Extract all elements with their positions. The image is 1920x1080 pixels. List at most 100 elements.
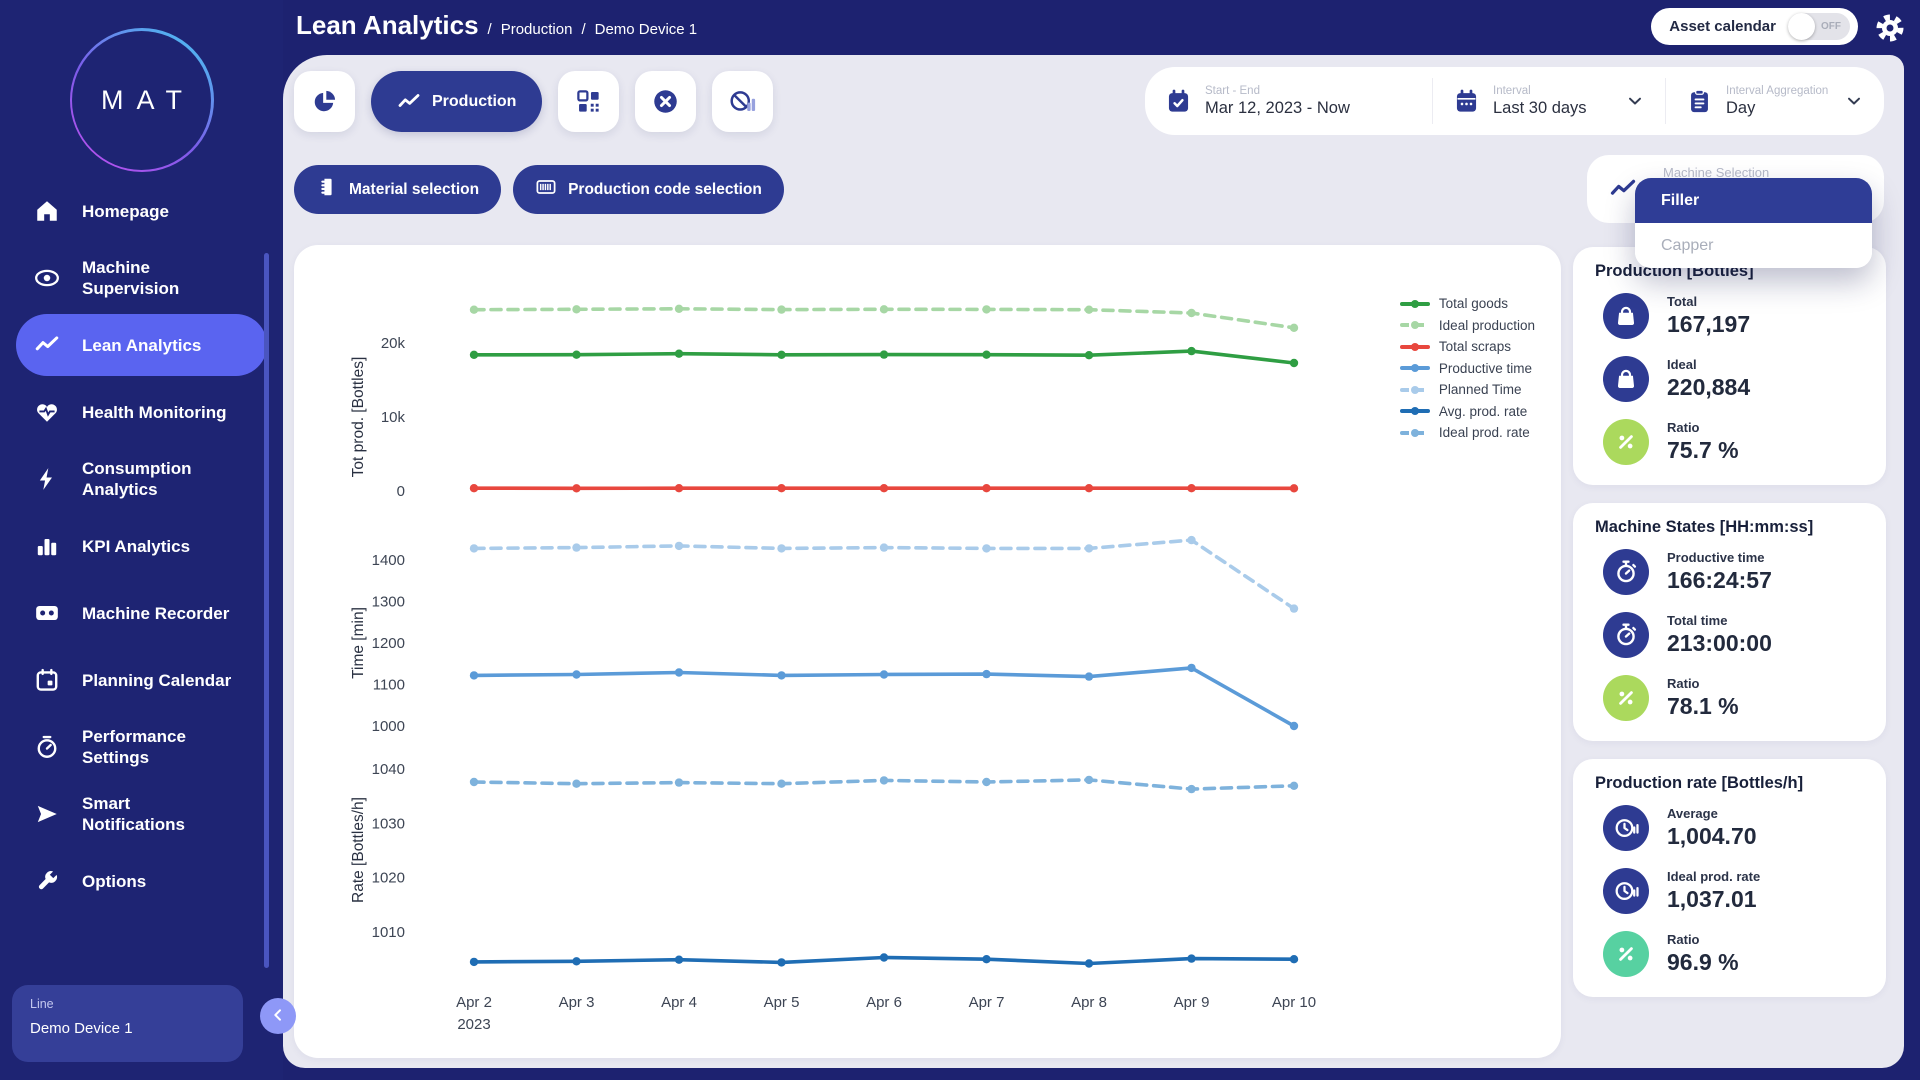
- svg-text:Apr 4: Apr 4: [661, 994, 697, 1011]
- mat-logo-text: MAT: [88, 85, 195, 116]
- legend-label: Planned Time: [1439, 382, 1522, 397]
- aggregation-select[interactable]: Interval Aggregation Day: [1665, 78, 1884, 124]
- sidebar-item-consumption-analytics[interactable]: Consumption Analytics: [16, 448, 267, 510]
- legend-item-productive-time[interactable]: Productive time: [1400, 358, 1535, 380]
- interval-value: Last 30 days: [1493, 99, 1587, 118]
- sidebar-scrollbar[interactable]: [264, 253, 269, 968]
- view-switcher: Production: [294, 71, 773, 132]
- settings-button[interactable]: [1874, 12, 1906, 44]
- material-selection-button[interactable]: Material selection: [294, 165, 501, 214]
- kpi-texts: Total167,197: [1667, 294, 1750, 338]
- sidebar-item-planning-calendar[interactable]: Planning Calendar: [16, 649, 267, 711]
- percent-icon: [1603, 931, 1649, 977]
- svg-text:1040: 1040: [372, 761, 405, 778]
- kpi-value: 78.1 %: [1667, 693, 1739, 720]
- kpi-row-total: Total167,197: [1603, 293, 1864, 339]
- kpi-row-ideal-prod-rate: Ideal prod. rate 1,037.01: [1603, 868, 1864, 914]
- kpi-card-2: Production rate [Bottles/h]Average1,004.…: [1573, 759, 1886, 997]
- bag-icon: [1603, 293, 1649, 339]
- sidebar-nav: Homepage Machine SupervisionLean Analytic…: [0, 180, 283, 912]
- machine-selection-dropdown: FillerCapper: [1635, 178, 1872, 268]
- breadcrumb-device[interactable]: Demo Device 1: [595, 21, 698, 38]
- dropdown-option-filler[interactable]: Filler: [1635, 178, 1872, 223]
- pie-view-button[interactable]: [294, 71, 355, 132]
- device-card[interactable]: Line Demo Device 1: [12, 985, 243, 1062]
- svg-text:1100: 1100: [373, 677, 405, 694]
- dropdown-option-capper[interactable]: Capper: [1635, 223, 1872, 268]
- scraps-view-button[interactable]: [635, 71, 696, 132]
- kpi-label: Ideal prod. rate: [1667, 869, 1760, 884]
- legend-item-ideal-prod-rate[interactable]: Ideal prod. rate: [1400, 422, 1535, 444]
- percent-icon: [1603, 675, 1649, 721]
- kpi-value: 167,197: [1667, 311, 1750, 338]
- svg-text:Tot prod. [Bottles]: Tot prod. [Bottles]: [350, 357, 367, 478]
- trend-icon: [34, 332, 60, 358]
- gear-icon: [1874, 32, 1906, 47]
- breadcrumb-production[interactable]: Production: [501, 21, 573, 38]
- main-panel: Production Start - End Mar 12, 2023 - No…: [283, 55, 1904, 1068]
- legend-item-planned-time[interactable]: Planned Time: [1400, 379, 1535, 401]
- sidebar-item-smart-notifications[interactable]: Smart Notifications: [16, 783, 267, 845]
- interval-select[interactable]: Interval Last 30 days: [1432, 78, 1665, 124]
- legend-line-sample: [1400, 299, 1430, 309]
- svg-text:1010: 1010: [372, 924, 405, 941]
- sidebar-item-label: KPI Analytics: [82, 536, 190, 557]
- sidebar-item-kpi-analytics[interactable]: KPI Analytics: [16, 515, 267, 577]
- kpi-row-average: Average1,004.70: [1603, 805, 1864, 851]
- nochart-icon: [729, 88, 756, 115]
- code-view-button[interactable]: [558, 71, 619, 132]
- svg-text:Apr 7: Apr 7: [969, 994, 1005, 1011]
- chevron-down-icon: [1625, 91, 1645, 111]
- start-end-control[interactable]: Start - End Mar 12, 2023 - Now: [1145, 78, 1432, 124]
- kpi-texts: Average1,004.70: [1667, 806, 1757, 850]
- legend-item-total-scraps[interactable]: Total scraps: [1400, 336, 1535, 358]
- aggregation-label: Interval Aggregation: [1726, 85, 1828, 97]
- legend-label: Productive time: [1439, 361, 1532, 376]
- legend-item-total-goods[interactable]: Total goods: [1400, 293, 1535, 315]
- kpi-value: 75.7 %: [1667, 437, 1739, 464]
- legend-label: Ideal production: [1439, 318, 1535, 333]
- sidebar-collapse-button[interactable]: [260, 998, 296, 1034]
- kpi-texts: Ratio78.1 %: [1667, 676, 1739, 720]
- losses-view-button[interactable]: [712, 71, 773, 132]
- legend-label: Total goods: [1439, 296, 1508, 311]
- kpi-label: Ideal: [1667, 357, 1750, 372]
- legend-item-avg-prod-rate[interactable]: Avg. prod. rate: [1400, 401, 1535, 423]
- breadcrumb-separator: /: [581, 21, 585, 38]
- legend-item-ideal-production[interactable]: Ideal production: [1400, 315, 1535, 337]
- kpi-row-ratio: Ratio78.1 %: [1603, 675, 1864, 721]
- production-charts[interactable]: 010k20kTot prod. [Bottles]10001100120013…: [294, 245, 1561, 1058]
- sidebar-item-health-monitoring[interactable]: Health Monitoring: [16, 381, 267, 443]
- production-view-button[interactable]: Production: [371, 71, 542, 132]
- kpi-value: 96.9 %: [1667, 949, 1739, 976]
- svg-text:1000: 1000: [372, 718, 405, 735]
- legend-line-sample: [1400, 406, 1430, 416]
- svg-text:Apr 3: Apr 3: [559, 994, 595, 1011]
- heart-icon: [34, 399, 60, 425]
- legend-label: Avg. prod. rate: [1439, 404, 1527, 419]
- rateclock-icon: [1603, 805, 1649, 851]
- sidebar-item-lean-analytics[interactable]: Lean Analytics: [16, 314, 267, 376]
- sidebar-item-label: Homepage: [82, 201, 169, 222]
- breadcrumb-separator: /: [488, 21, 492, 38]
- sidebar-item-machine-supervision[interactable]: Machine Supervision: [16, 247, 267, 309]
- calendar-check-icon: [1165, 88, 1192, 115]
- kpi-cards-column: Production [Bottles]Total167,197Ideal220…: [1573, 247, 1886, 997]
- sidebar-item-machine-recorder[interactable]: Machine Recorder: [16, 582, 267, 644]
- chart-legend: Total goods Ideal production Total scraps P…: [1400, 293, 1535, 444]
- bars-icon: [34, 533, 60, 559]
- sidebar-item-label: Planning Calendar: [82, 670, 231, 691]
- kpi-value: 1,037.01: [1667, 886, 1760, 913]
- asset-calendar-toggle[interactable]: OFF: [1788, 13, 1850, 40]
- sidebar-item-label: Health Monitoring: [82, 402, 226, 423]
- chevron-left-icon: [270, 1007, 286, 1026]
- legend-line-sample: [1400, 320, 1430, 330]
- production-code-selection-button[interactable]: Production code selection: [513, 165, 784, 214]
- kpi-row-total-time: Total time213:00:00: [1603, 612, 1864, 658]
- sidebar-item-performance-settings[interactable]: Performance Settings: [16, 716, 267, 778]
- gauge-icon: [34, 734, 60, 760]
- stopwatch-icon: [1603, 612, 1649, 658]
- svg-text:2023: 2023: [457, 1016, 490, 1033]
- sidebar-item-options[interactable]: Options: [16, 850, 267, 912]
- sidebar-item-homepage[interactable]: Homepage: [16, 180, 267, 242]
